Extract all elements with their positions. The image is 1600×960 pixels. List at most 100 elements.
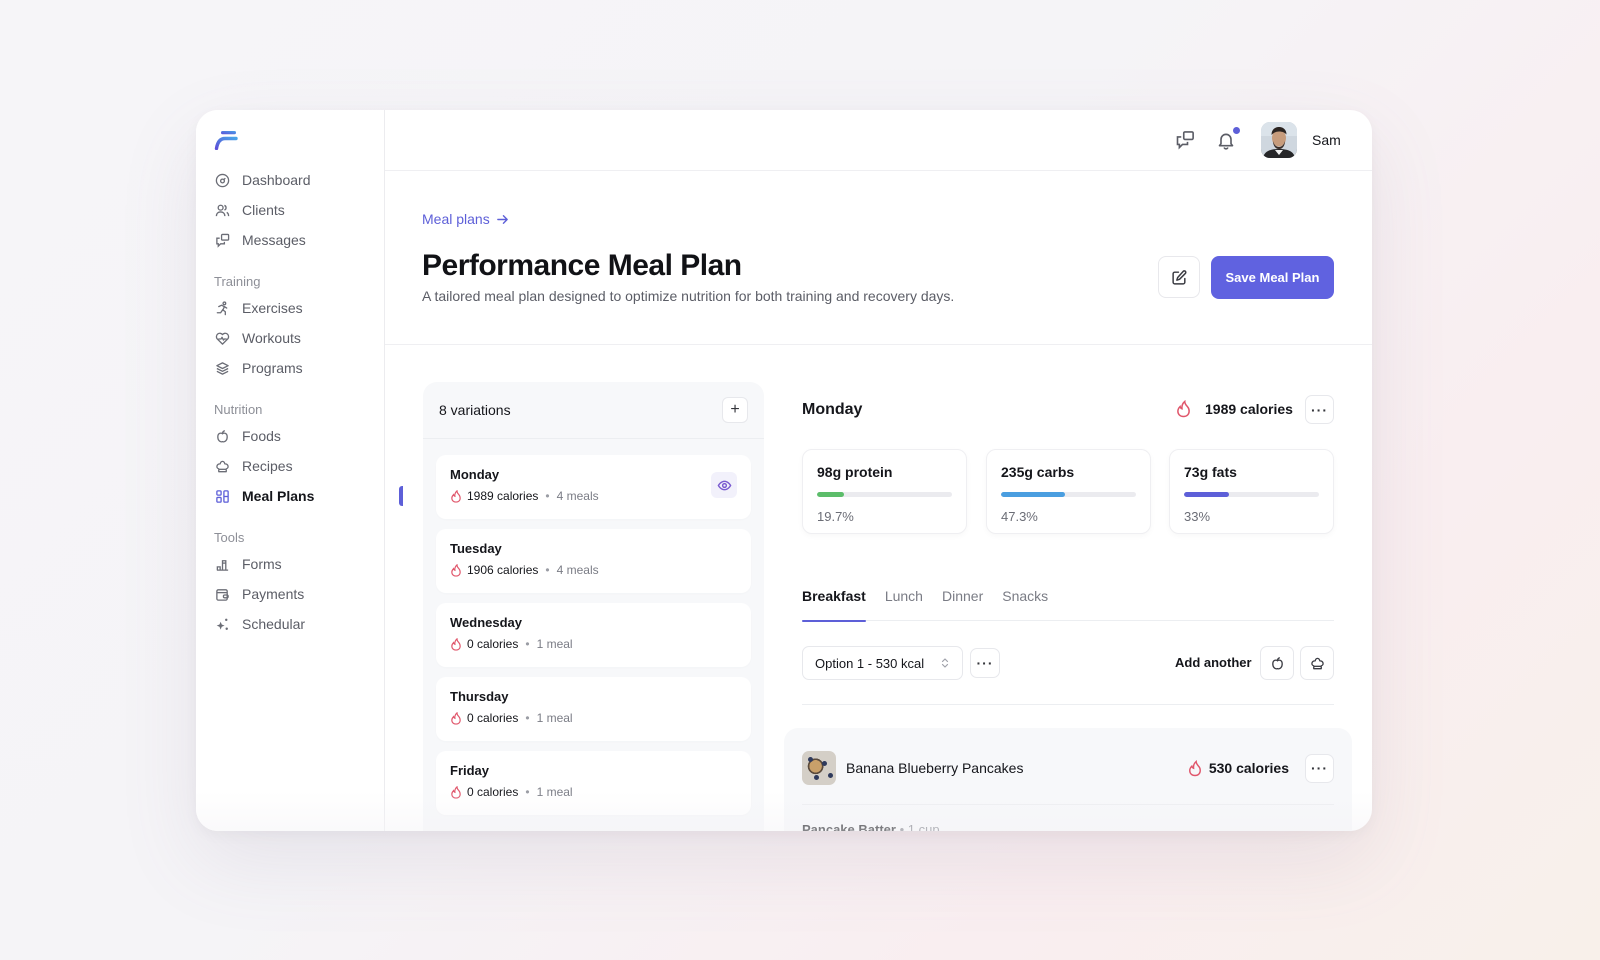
meal-more-button[interactable]: ···: [1305, 753, 1334, 783]
tab-breakfast[interactable]: Breakfast: [802, 585, 866, 622]
variation-card-wednesday[interactable]: Wednesday 0 calories • 1 meal: [436, 603, 751, 667]
divider: [802, 704, 1334, 705]
chevron-updown-icon: [941, 658, 949, 668]
grid-icon: [214, 488, 230, 504]
variation-meals: 4 meals: [556, 563, 599, 577]
user-name[interactable]: Sam: [1312, 132, 1341, 148]
variation-day: Monday: [450, 467, 500, 482]
heart-pulse-icon: [214, 330, 230, 346]
variations-count: 8 variations: [439, 402, 511, 418]
tab-lunch[interactable]: Lunch: [885, 585, 923, 621]
option-more-button[interactable]: ···: [970, 648, 1000, 678]
meal-tabs: Breakfast Lunch Dinner Snacks: [802, 585, 1334, 622]
ingredient-row[interactable]: Pancake Batter • 1 cup: [802, 822, 940, 831]
sidebar-item-label: Payments: [242, 586, 305, 602]
macro-label: 98g protein: [817, 464, 893, 480]
variation-calories: 0 calories: [467, 711, 519, 725]
ingredient-quantity: 1 cup: [907, 822, 940, 831]
more-horizontal-icon: ···: [1311, 760, 1328, 776]
nav-section-training: Training: [214, 274, 261, 289]
sidebar-item-label: Forms: [242, 556, 282, 572]
dashboard-icon: [214, 172, 230, 188]
flame-icon: [451, 711, 461, 725]
variation-day: Friday: [450, 763, 490, 778]
macro-progress-bar: [1001, 492, 1136, 497]
flame-icon: [451, 489, 461, 503]
sidebar-item-label: Recipes: [242, 458, 293, 474]
sidebar-item-label: Foods: [242, 428, 281, 444]
divider: [802, 804, 1334, 805]
macro-progress-bar: [817, 492, 952, 497]
wallet-icon: [214, 586, 230, 602]
variation-day: Tuesday: [450, 541, 502, 556]
add-food-button[interactable]: [1260, 646, 1294, 680]
macro-card-carbs: 235g carbs 47.3%: [986, 449, 1151, 534]
sidebar-item-label: Workouts: [242, 330, 301, 346]
forms-icon: [214, 556, 230, 572]
variation-day: Wednesday: [450, 615, 523, 630]
view-variation-button[interactable]: [711, 472, 737, 498]
variation-card-monday[interactable]: Monday 1989 calories • 4 meals: [436, 455, 751, 519]
variation-calories: 0 calories: [467, 785, 519, 799]
app-window: Dashboard Clients Messages Training Exer…: [196, 110, 1372, 831]
sidebar-item-label: Dashboard: [242, 172, 311, 188]
sidebar-item-messages[interactable]: Messages: [214, 225, 384, 255]
variation-meals: 1 meal: [536, 711, 573, 725]
sidebar-item-schedular[interactable]: Schedular: [214, 609, 384, 639]
sidebar-item-forms[interactable]: Forms: [214, 549, 384, 579]
add-variation-button[interactable]: +: [722, 397, 748, 423]
macro-card-protein: 98g protein 19.7%: [802, 449, 967, 534]
tab-snacks[interactable]: Snacks: [1002, 585, 1048, 621]
macro-progress-fill: [1001, 492, 1065, 497]
sidebar-item-label: Schedular: [242, 616, 306, 632]
notification-bell-icon[interactable]: [1216, 127, 1240, 152]
meal-thumbnail: [802, 751, 836, 785]
sidebar-item-clients[interactable]: Clients: [214, 195, 384, 225]
sidebar-item-payments[interactable]: Payments: [214, 579, 384, 609]
add-recipe-button[interactable]: [1300, 646, 1334, 680]
variation-calories: 1906 calories: [467, 563, 539, 577]
topbar: Sam: [385, 110, 1372, 171]
brand-logo-icon[interactable]: [214, 130, 238, 150]
variation-card-tuesday[interactable]: Tuesday 1906 calories • 4 meals: [436, 529, 751, 593]
macro-progress-bar: [1184, 492, 1319, 497]
day-title: Monday: [802, 401, 863, 418]
apple-icon: [214, 428, 230, 444]
sparkles-icon: [214, 616, 230, 632]
sidebar-item-programs[interactable]: Programs: [214, 353, 384, 383]
running-icon: [214, 300, 230, 316]
tab-dinner[interactable]: Dinner: [942, 585, 983, 621]
flame-icon: [1188, 759, 1201, 776]
sidebar-item-workouts[interactable]: Workouts: [214, 323, 384, 353]
variations-header: 8 variations +: [423, 382, 764, 439]
sidebar-item-foods[interactable]: Foods: [214, 421, 384, 451]
variation-card-friday[interactable]: Friday 0 calories • 1 meal: [436, 751, 751, 815]
sidebar-item-dashboard[interactable]: Dashboard: [214, 165, 384, 195]
variation-meals: 1 meal: [536, 785, 573, 799]
breadcrumb-link[interactable]: Meal plans: [422, 211, 490, 227]
macro-card-fats: 73g fats 33%: [1169, 449, 1334, 534]
macro-percent: 19.7%: [817, 509, 854, 524]
macro-label: 235g carbs: [1001, 464, 1075, 480]
messages-icon[interactable]: [1175, 130, 1197, 152]
edit-button[interactable]: [1158, 256, 1200, 298]
sidebar-item-label: Clients: [242, 202, 285, 218]
sidebar-item-recipes[interactable]: Recipes: [214, 451, 384, 481]
variation-day: Thursday: [450, 689, 509, 704]
sidebar-item-meal-plans[interactable]: Meal Plans: [214, 481, 403, 511]
breadcrumb[interactable]: Meal plans: [422, 211, 509, 227]
meal-option-select[interactable]: Option 1 - 530 kcal: [802, 646, 963, 680]
variation-meals: 4 meals: [556, 489, 599, 503]
meal-row[interactable]: Banana Blueberry Pancakes 530 calories ·…: [802, 750, 1334, 786]
day-more-button[interactable]: ···: [1305, 395, 1334, 424]
avatar[interactable]: [1261, 122, 1297, 158]
notification-badge: [1233, 127, 1240, 134]
sidebar-item-exercises[interactable]: Exercises: [214, 293, 384, 323]
variation-card-thursday[interactable]: Thursday 0 calories • 1 meal: [436, 677, 751, 741]
messages-icon: [214, 232, 230, 248]
add-another-label[interactable]: Add another: [1175, 655, 1252, 670]
save-meal-plan-button[interactable]: Save Meal Plan: [1211, 256, 1334, 299]
chef-hat-icon: [1310, 657, 1324, 669]
macro-percent: 47.3%: [1001, 509, 1038, 524]
nav-section-tools: Tools: [214, 530, 245, 545]
